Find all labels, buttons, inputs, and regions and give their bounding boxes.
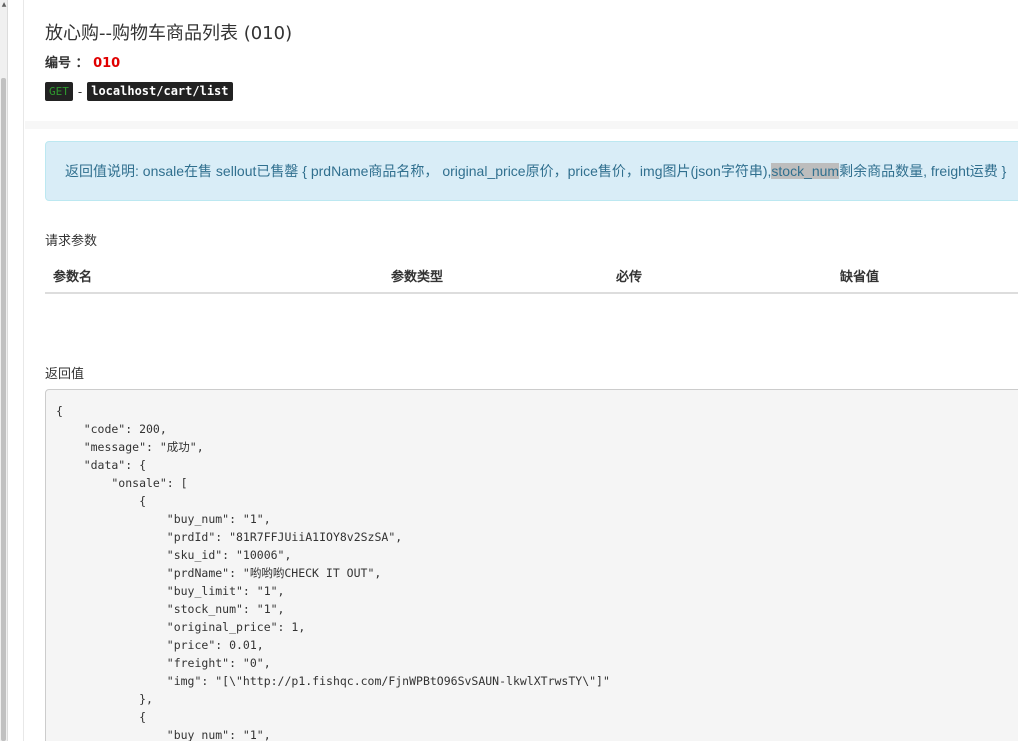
request-params-label: 请求参数 xyxy=(45,234,98,249)
api-number-label: 编号 ： xyxy=(45,56,89,71)
header-divider xyxy=(25,121,1018,129)
api-number-value: 010 xyxy=(93,56,121,71)
scroll-up-arrow-icon[interactable]: ▲ xyxy=(0,0,8,10)
col-param-name: 参数名 xyxy=(53,270,93,285)
left-scrollbar[interactable]: ▲ xyxy=(0,0,8,741)
endpoint-url: localhost/cart/list xyxy=(87,82,233,101)
page-title: 放心购--购物车商品列表 (010) xyxy=(45,23,293,44)
http-method-badge: GET xyxy=(45,82,73,101)
info-text-after: 剩余商品数量, freight运费 } xyxy=(839,163,1007,179)
col-param-type: 参数类型 xyxy=(391,270,444,285)
col-required: 必传 xyxy=(616,270,643,285)
response-code-block: { "code": 200, "message": "成功", "data": … xyxy=(45,389,1018,741)
endpoint-separator: - xyxy=(77,84,83,99)
info-highlight: stock_num xyxy=(771,163,840,179)
api-number: 编号 ： 010 xyxy=(45,52,120,71)
response-json: { "code": 200, "message": "成功", "data": … xyxy=(56,404,610,741)
scrollbar-thumb[interactable] xyxy=(1,78,6,741)
api-doc-panel: 放心购--购物车商品列表 (010) 编号 ： 010 GET - localh… xyxy=(25,0,1018,741)
request-params-table: 参数名 参数类型 必传 缺省值 xyxy=(45,258,1018,294)
col-default-value: 缺省值 xyxy=(840,270,880,285)
endpoint-line: GET - localhost/cart/list xyxy=(45,82,233,101)
return-value-description: 返回值说明: onsale在售 sellout已售罄 { prdName商品名称… xyxy=(45,141,1018,201)
info-text-before: 返回值说明: onsale在售 sellout已售罄 { prdName商品名称… xyxy=(65,163,772,179)
response-label: 返回值 xyxy=(45,367,85,382)
api-header: 放心购--购物车商品列表 (010) 编号 ： 010 GET - localh… xyxy=(25,0,1018,121)
left-gutter xyxy=(8,0,24,741)
